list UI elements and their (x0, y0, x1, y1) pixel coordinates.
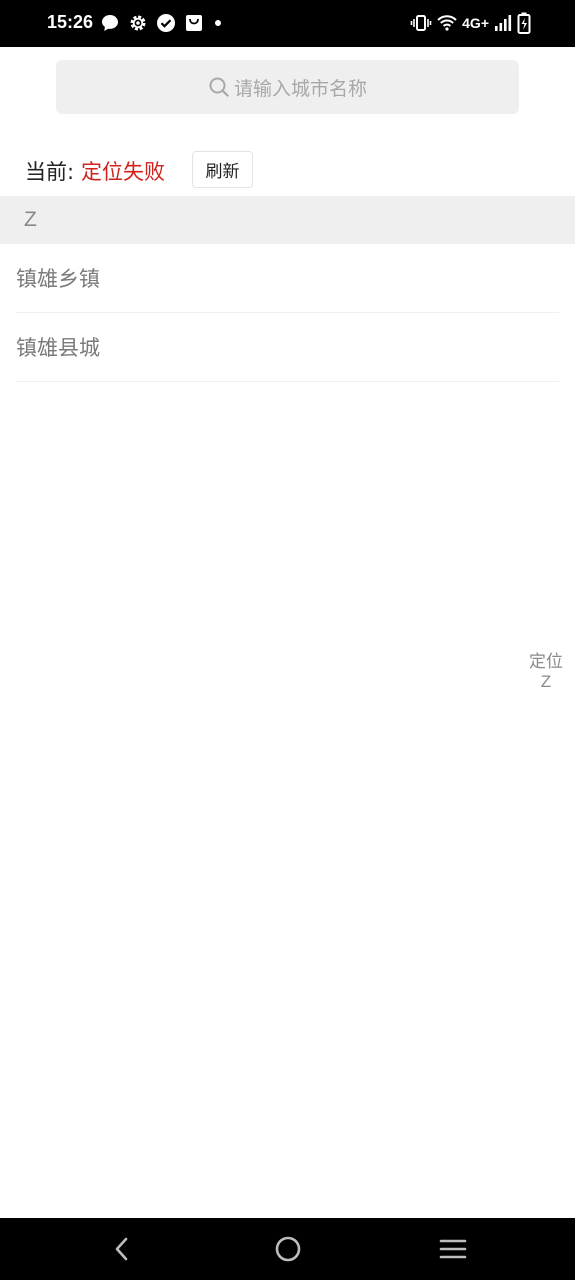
index-item-z[interactable]: Z (541, 672, 551, 692)
list-item[interactable]: 镇雄乡镇 (16, 244, 559, 313)
alphabet-index: 定位 Z (526, 652, 566, 692)
search-input[interactable]: 请输入城市名称 (56, 60, 519, 114)
navigation-bar (0, 1218, 575, 1280)
section-header: Z (0, 196, 575, 244)
refresh-button[interactable]: 刷新 (192, 151, 253, 188)
system-icons: 4G+ (410, 12, 531, 34)
status-bar: 15:26 4G+ (0, 0, 575, 47)
chat-bubble-icon (100, 13, 120, 33)
index-item-location[interactable]: 定位 (529, 652, 563, 672)
search-bar: 请输入城市名称 (0, 47, 575, 127)
city-name: 镇雄县城 (16, 336, 100, 360)
city-list: 镇雄乡镇 镇雄县城 (0, 244, 575, 382)
menu-icon[interactable] (433, 1232, 473, 1266)
home-icon[interactable] (268, 1232, 308, 1266)
check-circle-icon (156, 13, 176, 33)
search-placeholder: 请输入城市名称 (233, 77, 367, 100)
back-icon[interactable] (102, 1232, 142, 1266)
notification-icons (100, 12, 224, 34)
shopping-bag-icon (184, 13, 204, 33)
current-location-value: 定位失败 (81, 160, 165, 184)
wifi-icon (437, 13, 457, 33)
signal-icon (494, 13, 512, 33)
list-item[interactable]: 镇雄县城 (16, 313, 559, 382)
city-name: 镇雄乡镇 (16, 267, 100, 291)
section-letter: Z (24, 208, 37, 231)
gear-icon (128, 13, 148, 33)
network-type: 4G+ (462, 15, 489, 31)
current-location-row: 当前: 定位失败 刷新 (0, 140, 575, 196)
search-icon (208, 76, 230, 98)
status-time: 15:26 (47, 12, 94, 32)
battery-charging-icon (517, 12, 531, 34)
vibrate-icon (410, 13, 432, 33)
current-label: 当前: (25, 160, 75, 184)
dot-icon (212, 13, 224, 33)
